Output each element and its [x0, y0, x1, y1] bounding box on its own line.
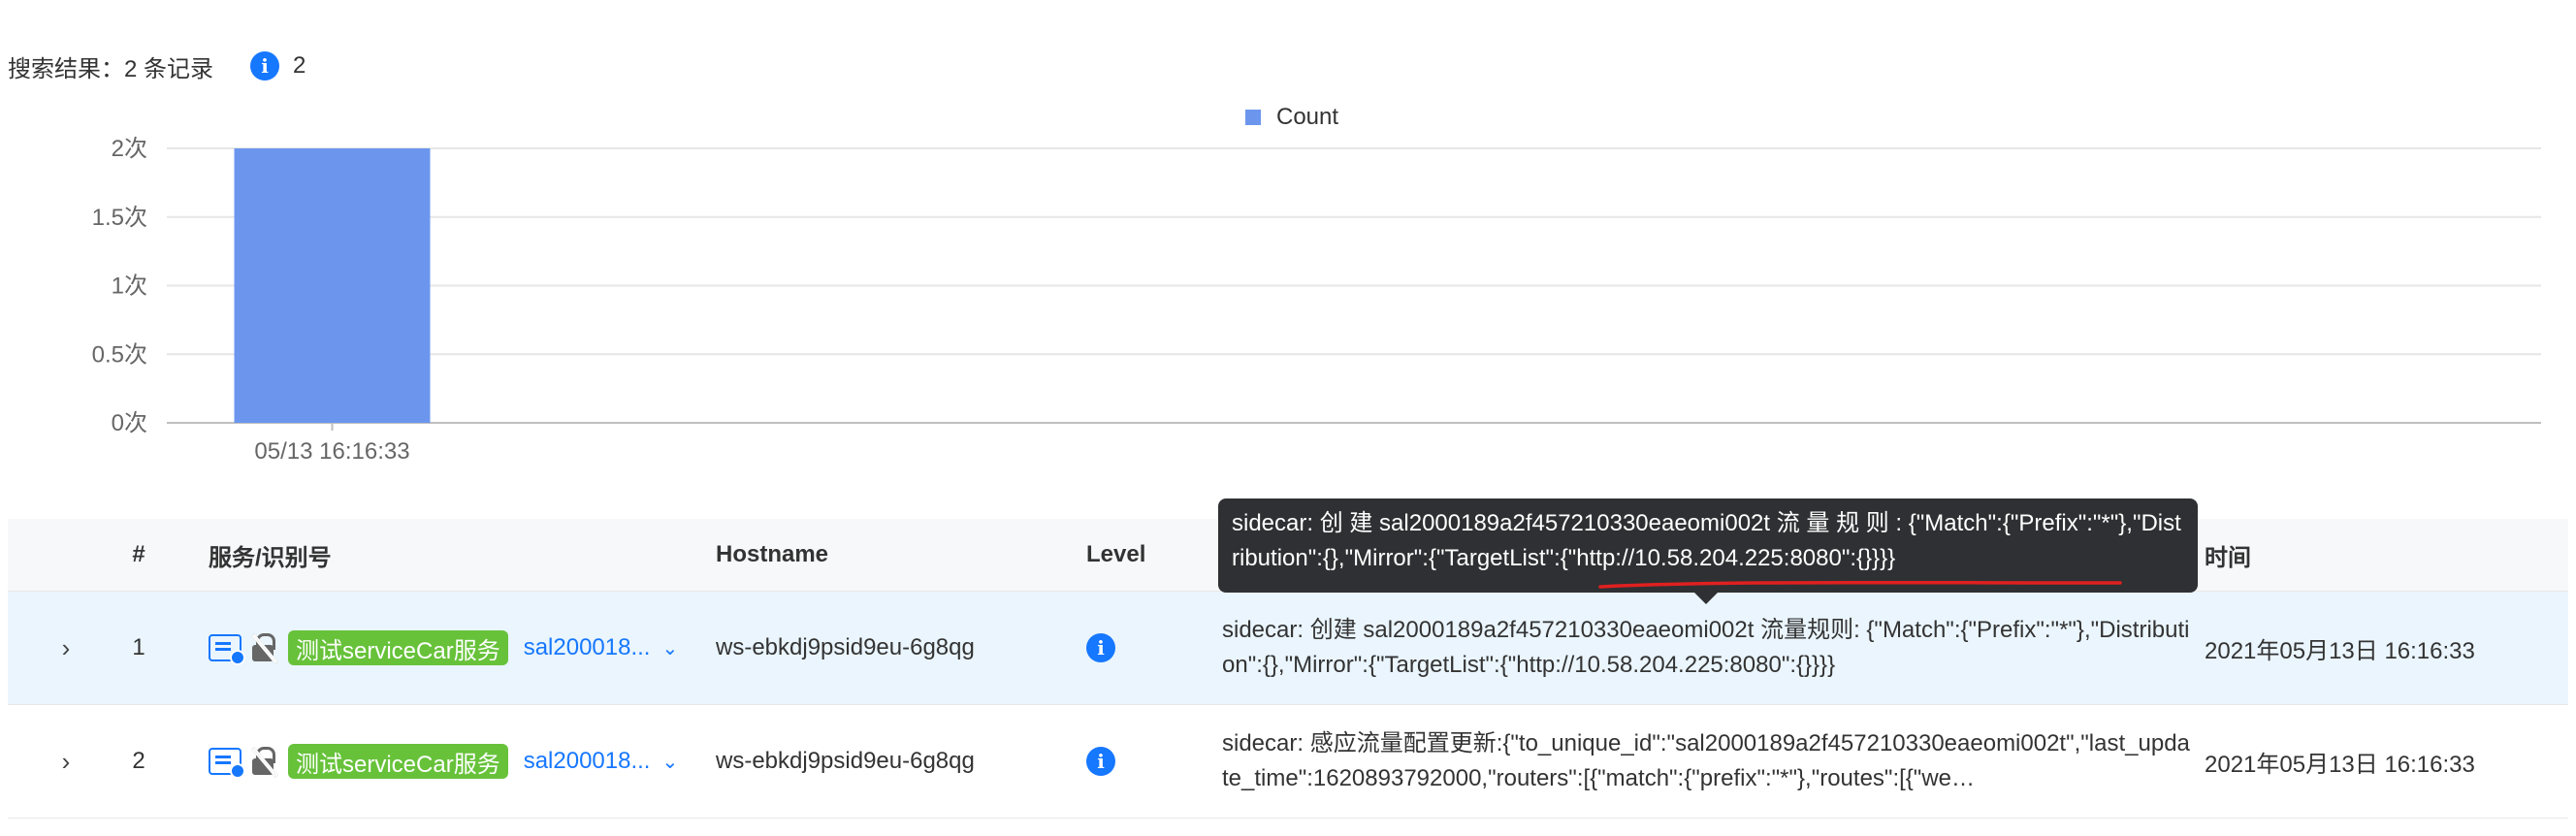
x-axis-ticks: 05/13 16:16:33: [254, 423, 410, 465]
info-level-icon: i: [1086, 633, 1115, 662]
time-cell: 2021年05月13日 16:16:33: [2205, 751, 2475, 778]
expand-row-button[interactable]: ›: [47, 592, 85, 704]
tooltip-arrow: [1694, 593, 1718, 604]
hostname-cell: ws-ebkdj9psid9eu-6g8qg: [716, 634, 975, 660]
service-id-link[interactable]: sal200018...: [524, 748, 651, 775]
chevron-right-icon[interactable]: ›: [62, 747, 71, 777]
legend-label: Count: [1276, 104, 1338, 130]
tooltip-text: sidecar: 创 建 sal2000189a2f457210330eaeom…: [1232, 510, 2181, 571]
chevron-down-icon[interactable]: ⌄: [661, 636, 678, 660]
table-row[interactable]: › 2 测试serviceCar服务 sal200018... ⌄ ws-ebk…: [8, 705, 2568, 819]
y-tick-label: 1次: [112, 273, 147, 300]
service-cell: 测试serviceCar服务 sal200018... ⌄: [209, 592, 703, 704]
header-num: #: [132, 541, 145, 567]
hostname-cell: ws-ebkdj9psid9eu-6g8qg: [716, 748, 975, 774]
red-annotation-underline: [1598, 580, 2122, 589]
x-tick-label: 05/13 16:16:33: [254, 438, 409, 465]
y-tick-label: 0.5次: [92, 341, 147, 368]
chart-legend: Count: [1245, 104, 1338, 130]
service-card-icon[interactable]: [209, 748, 245, 779]
message-text: sidecar: 创建 sal2000189a2f457210330eaeomi…: [1222, 617, 2190, 678]
service-card-icon[interactable]: [209, 634, 245, 665]
service-tag: 测试serviceCar服务: [288, 744, 508, 779]
header-time[interactable]: 时间: [2205, 519, 2563, 591]
header-service[interactable]: 服务/识别号: [209, 519, 703, 591]
unlock-disabled-icon: [251, 747, 278, 778]
bar: [234, 148, 431, 423]
message-text: sidecar: 感应流量配置更新:{"to_unique_id":"sal20…: [1222, 730, 2190, 791]
y-tick-label: 0次: [112, 410, 147, 436]
service-cell: 测试serviceCar服务 sal200018... ⌄: [209, 705, 703, 818]
header-hostname[interactable]: Hostname: [716, 519, 1084, 591]
chart-bars: [234, 148, 431, 423]
search-result-count: 搜索结果：2 条记录: [8, 55, 214, 82]
chart-grid: [167, 147, 2541, 424]
time-cell: 2021年05月13日 16:16:33: [2205, 637, 2475, 664]
info-count: 2: [293, 52, 306, 79]
y-axis-ticks: 0次 0.5次 1次 1.5次 2次: [92, 136, 147, 436]
legend-swatch: [1245, 110, 1261, 125]
service-tag: 测试serviceCar服务: [288, 630, 508, 665]
info-level-icon: i: [1086, 747, 1115, 776]
unlock-disabled-icon: [251, 633, 278, 664]
message-cell[interactable]: sidecar: 创建 sal2000189a2f457210330eaeomi…: [1222, 592, 2192, 704]
y-tick-label: 1.5次: [92, 205, 147, 231]
row-num: 2: [132, 748, 145, 774]
message-cell[interactable]: sidecar: 感应流量配置更新:{"to_unique_id":"sal20…: [1222, 705, 2192, 818]
row-num: 1: [132, 634, 145, 660]
chevron-right-icon[interactable]: ›: [62, 633, 71, 663]
expand-row-button[interactable]: ›: [47, 705, 85, 818]
level-cell: i: [1086, 592, 1203, 704]
count-bar-chart: Count 0次 0.5次 1次 1.5次 2次 05/13 16:16:33: [92, 104, 2541, 465]
y-tick-label: 2次: [112, 136, 147, 162]
info-icon: i: [250, 51, 280, 80]
search-summary: 搜索结果：2 条记录 i 2: [8, 47, 306, 85]
service-id-link[interactable]: sal200018...: [524, 634, 651, 661]
table-row[interactable]: › 1 测试serviceCar服务 sal200018... ⌄ ws-ebk…: [8, 592, 2568, 705]
header-level[interactable]: Level: [1086, 519, 1203, 591]
level-cell: i: [1086, 705, 1203, 818]
chevron-down-icon[interactable]: ⌄: [661, 750, 678, 774]
